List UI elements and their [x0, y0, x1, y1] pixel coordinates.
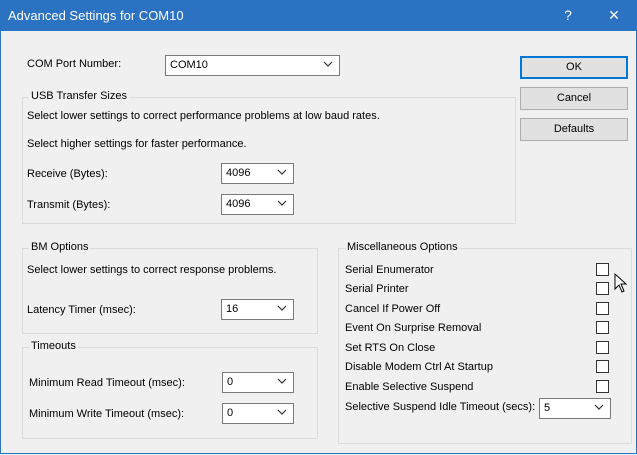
title-bar: Advanced Settings for COM10 ? ✕: [0, 0, 637, 31]
write-timeout-label: Minimum Write Timeout (msec):: [29, 408, 185, 420]
chevron-down-icon: [277, 169, 287, 175]
cancel-button[interactable]: Cancel: [520, 87, 628, 110]
option-label-serial-enumerator: Serial Enumerator: [345, 264, 434, 276]
com-port-label: COM Port Number:: [27, 58, 122, 70]
timeouts-group: Timeouts: [22, 340, 318, 439]
ok-button[interactable]: OK: [520, 56, 628, 79]
chevron-down-icon: [277, 409, 287, 415]
chevron-down-icon: [277, 378, 287, 384]
rts-on-close-checkbox[interactable]: [596, 341, 609, 354]
option-label-disable-modem-ctrl: Disable Modem Ctrl At Startup: [345, 361, 493, 373]
usb-transfer-title: USB Transfer Sizes: [29, 90, 129, 102]
idle-timeout-select[interactable]: 5: [539, 398, 611, 419]
usb-hint-high: Select higher settings for faster perfor…: [27, 138, 247, 150]
write-timeout-select[interactable]: 0: [222, 403, 294, 424]
option-label-serial-printer: Serial Printer: [345, 283, 409, 295]
surprise-removal-checkbox[interactable]: [596, 321, 609, 334]
com-port-value: COM10: [170, 59, 208, 71]
idle-timeout-label: Selective Suspend Idle Timeout (secs):: [345, 401, 536, 413]
receive-select[interactable]: 4096: [221, 163, 294, 184]
chevron-down-icon: [323, 61, 333, 67]
receive-value: 4096: [226, 167, 251, 179]
chevron-down-icon: [277, 305, 287, 311]
chevron-down-icon: [277, 200, 287, 206]
help-button[interactable]: ?: [545, 0, 591, 31]
disable-modem-ctrl-checkbox[interactable]: [596, 360, 609, 373]
option-label-surprise-removal: Event On Surprise Removal: [345, 322, 482, 334]
transmit-label: Transmit (Bytes):: [27, 199, 111, 211]
com-port-select[interactable]: COM10: [165, 55, 340, 76]
receive-label: Receive (Bytes):: [27, 168, 108, 180]
serial-printer-checkbox[interactable]: [596, 282, 609, 295]
chevron-down-icon: [594, 404, 604, 410]
read-timeout-label: Minimum Read Timeout (msec):: [29, 377, 185, 389]
read-timeout-value: 0: [227, 376, 234, 388]
latency-value: 16: [226, 303, 239, 315]
selective-suspend-checkbox[interactable]: [596, 380, 609, 393]
timeouts-title: Timeouts: [29, 340, 78, 352]
transmit-select[interactable]: 4096: [221, 194, 294, 215]
usb-hint-low: Select lower settings to correct perform…: [27, 110, 380, 122]
misc-options-title: Miscellaneous Options: [345, 241, 460, 253]
option-label-rts-on-close: Set RTS On Close: [345, 342, 436, 354]
idle-timeout-value: 5: [544, 402, 551, 414]
latency-label: Latency Timer (msec):: [27, 304, 136, 316]
transmit-value: 4096: [226, 198, 251, 210]
bm-options-group: BM Options: [22, 241, 318, 334]
defaults-button[interactable]: Defaults: [520, 118, 628, 141]
cancel-power-off-checkbox[interactable]: [596, 302, 609, 315]
bm-hint: Select lower settings to correct respons…: [27, 264, 277, 276]
read-timeout-select[interactable]: 0: [222, 372, 294, 393]
mouse-cursor-icon: [614, 273, 628, 293]
bm-options-title: BM Options: [29, 241, 91, 253]
serial-enumerator-checkbox[interactable]: [596, 263, 609, 276]
close-button[interactable]: ✕: [591, 0, 637, 31]
window-title: Advanced Settings for COM10: [8, 8, 184, 23]
option-label-cancel-power-off: Cancel If Power Off: [345, 303, 441, 315]
latency-select[interactable]: 16: [221, 299, 294, 320]
option-label-selective-suspend: Enable Selective Suspend: [345, 381, 474, 393]
write-timeout-value: 0: [227, 407, 234, 419]
